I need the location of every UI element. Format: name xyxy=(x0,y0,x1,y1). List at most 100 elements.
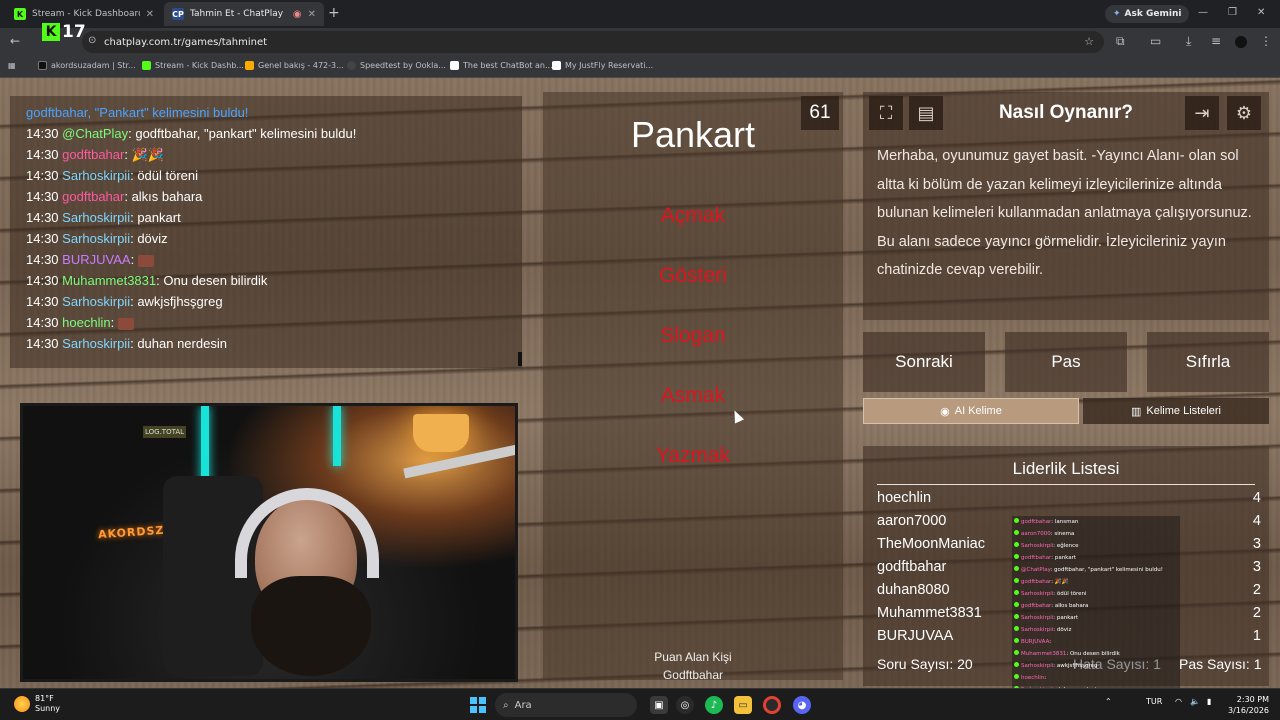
chat-scrollbar[interactable] xyxy=(518,352,522,366)
kick-badge-icon xyxy=(1014,518,1019,523)
bookmark-item[interactable]: Genel bakış - 472-3... xyxy=(245,61,344,70)
search-placeholder: Ara xyxy=(514,699,532,711)
bookmark-label: Stream - Kick Dashb... xyxy=(155,61,244,70)
chat-time: 14:30 xyxy=(26,294,59,309)
tray-chevron-icon[interactable]: ⌃ xyxy=(1105,697,1112,706)
chat-time: 14:30 xyxy=(26,189,59,204)
weather-widget[interactable]: 81°F Sunny xyxy=(14,694,60,714)
browser-toolbar: ← ⊙ chatplay.com.tr/games/tahminet ☆ ⧉ ▭… xyxy=(0,28,1280,56)
chat-message: 14:30 godftbahar: alkıs bahara xyxy=(26,186,522,207)
chat-username[interactable]: hoechlin xyxy=(62,315,110,330)
chat-username[interactable]: @ChatPlay xyxy=(62,126,128,141)
battery-icon[interactable]: ▮ xyxy=(1207,697,1211,706)
task-view-icon[interactable]: ▣ xyxy=(650,696,668,714)
address-bar[interactable]: ⊙ chatplay.com.tr/games/tahminet ☆ xyxy=(82,31,1104,53)
chat-username[interactable]: godftbahar xyxy=(62,189,124,204)
bookmark-label: Speedtest by Ookla... xyxy=(360,61,446,70)
leaderboard-name: BURJUVAA xyxy=(877,628,954,642)
back-arrow-icon[interactable]: ← xyxy=(10,34,20,48)
game-page: godftbahar, "Pankart" kelimesini buldu! … xyxy=(0,78,1280,688)
tab-chatplay[interactable]: CP Tahmin Et - ChatPlay ◉ ✕ xyxy=(164,2,324,26)
extensions-icon[interactable]: ⧉ xyxy=(1116,34,1125,49)
tab-ai-word[interactable]: ◉ AI Kelime xyxy=(863,398,1079,424)
chat-text: : döviz xyxy=(130,231,168,246)
leaderboard-score: 4 xyxy=(1252,513,1261,529)
windows-start-icon[interactable] xyxy=(470,697,486,713)
chat-username[interactable]: Sarhoskirpii xyxy=(62,231,130,246)
volume-icon[interactable]: 🔈 xyxy=(1190,697,1200,706)
apps-grid-icon[interactable]: ▦ xyxy=(8,61,16,70)
next-button[interactable]: Sonraki xyxy=(863,332,985,392)
chat-username[interactable]: Sarhoskirpii xyxy=(62,210,130,225)
kick-viewer-badge: K 17 xyxy=(42,22,86,42)
file-explorer-icon[interactable]: ▭ xyxy=(734,696,752,714)
bookmarks-bar: ▦ akordsuzadam | Str... Stream - Kick Da… xyxy=(0,56,1280,78)
menu-dots-icon[interactable]: ⋮ xyxy=(1260,34,1272,48)
close-tab-icon[interactable]: ✕ xyxy=(146,9,154,20)
chat-top-announcement: godftbahar, "Pankart" kelimesini buldu! xyxy=(26,105,249,120)
media-control-icon[interactable]: ≡ xyxy=(1211,34,1221,48)
chat-username[interactable]: godftbahar xyxy=(62,147,124,162)
chat-message: 14:30 @ChatPlay: godftbahar, "pankart" k… xyxy=(26,123,522,144)
system-clock[interactable]: 2:30 PM 3/16/2026 xyxy=(1228,694,1269,716)
chat-username[interactable]: Muhammet3831 xyxy=(62,273,156,288)
chat-username[interactable]: Sarhoskirpii xyxy=(62,168,130,183)
profile-avatar[interactable] xyxy=(1235,36,1247,48)
overlay-username: @ChatPlay xyxy=(1021,567,1051,573)
chat-panel: godftbahar, "Pankart" kelimesini buldu! … xyxy=(10,96,522,368)
chat-username[interactable]: Sarhoskirpii xyxy=(62,294,130,309)
overlay-username: Muhammet3831 xyxy=(1021,651,1067,657)
chat-text: : 🎉🎉 xyxy=(124,147,164,162)
clock-time: 2:30 PM xyxy=(1236,695,1270,704)
language-indicator[interactable]: TUR xyxy=(1146,697,1162,706)
leaderboard-score: 3 xyxy=(1252,536,1261,552)
bookmark-item[interactable]: akordsuzadam | Str... xyxy=(38,61,136,70)
neon-light-right xyxy=(333,406,341,466)
chat-username[interactable]: BURJUVAA xyxy=(62,252,130,267)
cast-icon[interactable]: ▭ xyxy=(1150,34,1161,48)
overlay-chat-line: godftbahar: lansman xyxy=(1012,516,1180,528)
discord-icon[interactable]: ◕ xyxy=(793,696,811,714)
spotify-icon[interactable]: ♪ xyxy=(705,696,723,714)
download-icon[interactable]: ⤓ xyxy=(1186,34,1191,49)
clock-date: 3/16/2026 xyxy=(1228,706,1270,715)
chatplay-favicon-icon: CP xyxy=(172,8,184,20)
kick-badge-icon xyxy=(1014,554,1019,559)
tab-word-lists[interactable]: ▥ Kelime Listeleri xyxy=(1083,398,1269,424)
taskbar-search[interactable]: ⌕ Ara xyxy=(495,693,637,717)
overlay-chat-line: aaron7000: sinema xyxy=(1012,528,1180,540)
chat-time: 14:30 xyxy=(26,210,59,225)
minimize-icon[interactable]: — xyxy=(1198,7,1208,18)
chat-username[interactable]: Sarhoskirpii xyxy=(62,336,130,351)
new-tab-plus-icon[interactable]: + xyxy=(328,5,340,21)
overlay-text: : eğlence xyxy=(1053,543,1079,549)
pass-button[interactable]: Pas xyxy=(1005,332,1127,392)
overlay-text: : pankart xyxy=(1053,615,1079,621)
ask-gemini-button[interactable]: ✦ Ask Gemini xyxy=(1105,5,1190,23)
leaderboard-score: 2 xyxy=(1252,582,1261,598)
bookmark-item[interactable]: Stream - Kick Dashb... xyxy=(142,61,244,70)
chrome-icon[interactable] xyxy=(763,696,781,714)
webcam-feed: LOG.TOTAL AKORDSZ xyxy=(20,403,518,682)
exit-icon[interactable]: ⇥ xyxy=(1185,96,1219,130)
bookmark-item[interactable]: The best ChatBot an... xyxy=(450,61,553,70)
bookmark-item[interactable]: Speedtest by Ookla... xyxy=(347,61,446,70)
overlay-username: godftbahar xyxy=(1021,555,1052,561)
kick-logo-icon: K xyxy=(42,23,60,41)
chat-time: 14:30 xyxy=(26,336,59,351)
how-to-play-panel: ⛶ ▤ Nasıl Oynanır? ⇥ ⚙ Merhaba, oyunumuz… xyxy=(863,92,1269,320)
close-tab-icon[interactable]: ✕ xyxy=(308,9,316,20)
site-info-icon[interactable]: ⊙ xyxy=(88,35,96,46)
reset-button[interactable]: Sıfırla xyxy=(1147,332,1269,392)
word-card: 61 Pankart Açmak Gösteri Slogan Asmak Ya… xyxy=(543,92,843,682)
viewer-count: 17 xyxy=(62,22,86,42)
overlay-text: : godftbahar, "pankart" kelimesini buldu… xyxy=(1050,567,1163,573)
bookmark-item[interactable]: My JustFly Reservati... xyxy=(552,61,653,70)
close-window-icon[interactable]: ✕ xyxy=(1257,7,1265,18)
maximize-icon[interactable]: ❐ xyxy=(1228,7,1237,18)
wifi-icon[interactable]: ◠ xyxy=(1175,697,1182,706)
obs-icon[interactable]: ◎ xyxy=(676,696,694,714)
settings-gear-icon[interactable]: ⚙ xyxy=(1227,96,1261,130)
kick-badge-icon xyxy=(1014,578,1019,583)
bookmark-star-icon[interactable]: ☆ xyxy=(1084,35,1094,48)
